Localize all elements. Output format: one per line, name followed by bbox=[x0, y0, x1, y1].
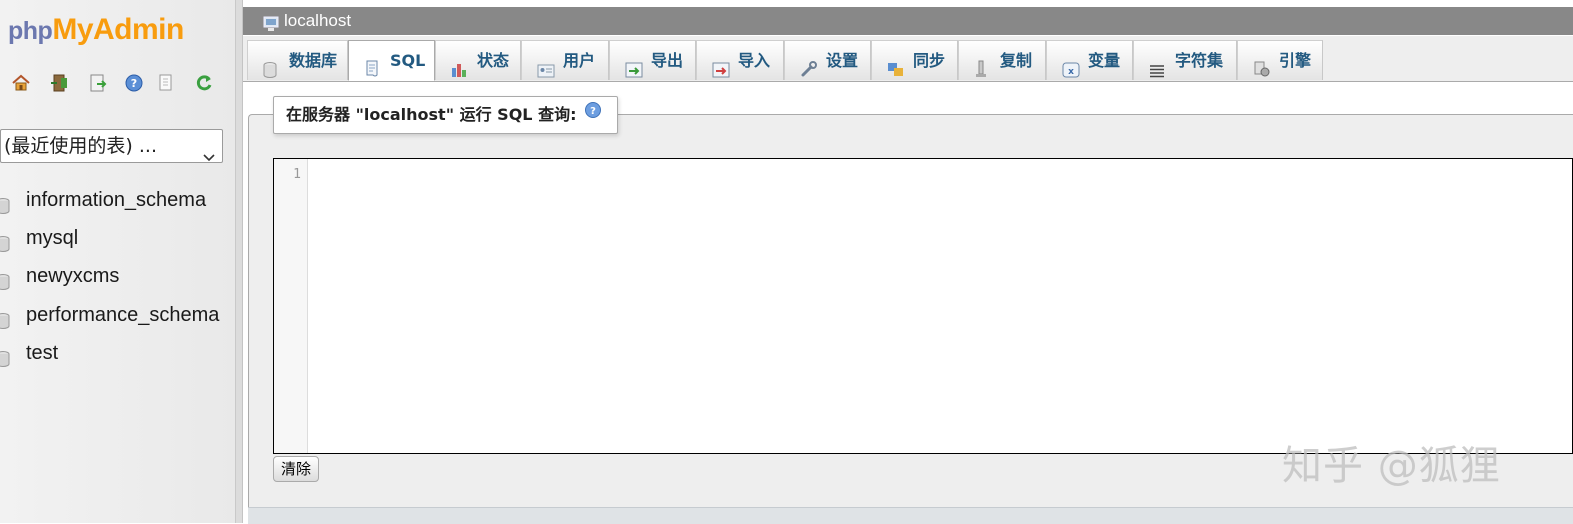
tab-label: 同步 bbox=[913, 51, 946, 70]
tab-export[interactable]: 导出 bbox=[609, 40, 696, 80]
wrench-icon bbox=[800, 53, 818, 93]
tab-label: 用户 bbox=[563, 51, 596, 70]
database-item[interactable]: mysql bbox=[0, 223, 235, 253]
logo-admin: Admin bbox=[93, 13, 184, 46]
import-icon bbox=[712, 53, 730, 93]
database-name: performance_schema bbox=[26, 304, 220, 326]
docs-icon[interactable]: ? bbox=[123, 72, 145, 94]
variables-icon: x bbox=[1062, 53, 1080, 93]
logout-icon[interactable] bbox=[49, 72, 71, 94]
home-icon[interactable] bbox=[10, 72, 32, 94]
database-icon bbox=[0, 307, 10, 337]
database-icon bbox=[263, 53, 277, 93]
breadcrumb-server-link[interactable]: localhost bbox=[284, 7, 351, 35]
svg-text:?: ? bbox=[591, 106, 597, 117]
tab-sql[interactable]: SQL bbox=[348, 40, 435, 81]
copy-icon[interactable] bbox=[155, 72, 177, 94]
replication-icon bbox=[974, 53, 988, 93]
line-number-gutter: 1 bbox=[274, 159, 308, 453]
tab-sync[interactable]: 同步 bbox=[871, 40, 958, 80]
tab-users[interactable]: 用户 bbox=[521, 40, 609, 80]
database-name: test bbox=[26, 342, 59, 364]
tab-label: 设置 bbox=[826, 51, 859, 70]
tab-variables[interactable]: x 变量 bbox=[1046, 40, 1133, 80]
database-item[interactable]: newyxcms bbox=[0, 261, 235, 291]
tab-label: 字符集 bbox=[1175, 51, 1224, 70]
database-icon bbox=[0, 230, 10, 260]
clear-button[interactable]: 清除 bbox=[273, 456, 319, 482]
engine-icon bbox=[1253, 53, 1271, 93]
line-number: 1 bbox=[293, 167, 301, 182]
tab-settings[interactable]: 设置 bbox=[784, 40, 871, 80]
svg-text:x: x bbox=[1068, 67, 1074, 77]
database-name: information_schema bbox=[26, 189, 207, 211]
tab-databases[interactable]: 数据库 bbox=[247, 40, 348, 80]
sql-icon bbox=[364, 53, 380, 93]
status-icon bbox=[451, 53, 469, 93]
tab-replication[interactable]: 复制 bbox=[958, 40, 1046, 80]
tab-label: 复制 bbox=[1000, 51, 1033, 70]
query-legend-text: 在服务器 "localhost" 运行 SQL 查询: bbox=[286, 105, 577, 124]
tab-label: 变量 bbox=[1088, 51, 1121, 70]
database-name: mysql bbox=[26, 227, 79, 249]
bottom-panel-edge bbox=[248, 507, 1573, 524]
server-tab-bar: 数据库 SQL 状态 用户 导出 导入 设置 同步 复制 x 变量 字符集 引擎 bbox=[243, 36, 1573, 82]
database-icon bbox=[0, 192, 10, 222]
sql-query-icon[interactable] bbox=[87, 72, 109, 94]
users-icon bbox=[537, 53, 555, 93]
tab-label: SQL bbox=[390, 51, 426, 70]
tab-label: 引擎 bbox=[1279, 51, 1312, 70]
help-icon[interactable]: ? bbox=[584, 96, 602, 132]
tab-label: 导出 bbox=[651, 51, 684, 70]
chevron-down-icon bbox=[203, 141, 215, 173]
recent-tables-value: (最近使用的表) ... bbox=[4, 135, 157, 157]
sql-query-editor[interactable]: 1 bbox=[273, 158, 1573, 454]
tab-charset[interactable]: 字符集 bbox=[1133, 40, 1237, 80]
navigation-panel: phpMyAdmin ? (最近使用的表) ... information_sc… bbox=[0, 0, 236, 523]
panel-splitter[interactable] bbox=[236, 0, 243, 523]
export-icon bbox=[625, 53, 643, 93]
tab-import[interactable]: 导入 bbox=[696, 40, 784, 80]
recent-tables-select[interactable]: (最近使用的表) ... bbox=[0, 129, 223, 163]
database-item[interactable]: performance_schema bbox=[0, 300, 235, 330]
tab-label: 数据库 bbox=[289, 51, 338, 70]
svg-text:?: ? bbox=[131, 77, 137, 90]
breadcrumb: localhost bbox=[243, 7, 1573, 35]
query-legend: 在服务器 "localhost" 运行 SQL 查询:? bbox=[273, 96, 619, 134]
database-name: newyxcms bbox=[26, 265, 120, 287]
charset-icon bbox=[1149, 53, 1165, 93]
tab-label: 导入 bbox=[738, 51, 771, 70]
reload-icon[interactable] bbox=[193, 72, 215, 94]
database-icon bbox=[0, 268, 10, 298]
sync-icon bbox=[887, 53, 905, 93]
logo-my: My bbox=[52, 13, 94, 46]
tab-status[interactable]: 状态 bbox=[435, 40, 521, 80]
database-item[interactable]: test bbox=[0, 338, 235, 368]
tab-engines[interactable]: 引擎 bbox=[1237, 40, 1323, 80]
phpmyadmin-logo[interactable]: phpMyAdmin bbox=[8, 10, 184, 51]
tab-label: 状态 bbox=[477, 51, 510, 70]
logo-php: php bbox=[8, 17, 53, 45]
watermark: 知乎 @狐狸 bbox=[1282, 443, 1501, 489]
database-item[interactable]: information_schema bbox=[0, 185, 235, 215]
database-icon bbox=[0, 345, 10, 375]
